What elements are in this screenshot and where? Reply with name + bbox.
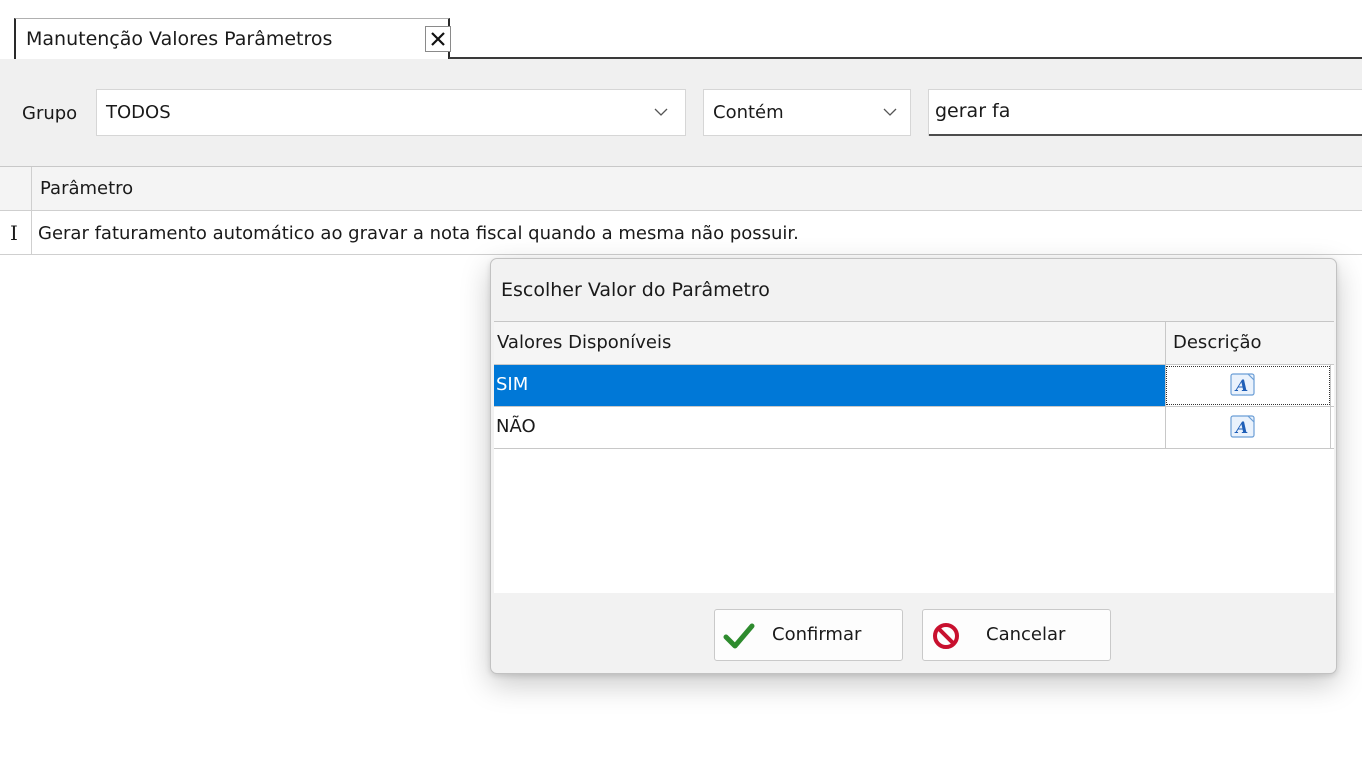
confirm-button-label: Confirmar [772, 624, 862, 645]
values-list-header: Valores Disponíveis Descrição [494, 322, 1334, 365]
operator-select[interactable]: Contém [703, 89, 911, 136]
values-list: Valores Disponíveis Descrição SIM A NÃO [494, 321, 1334, 593]
dialog-title: Escolher Valor do Parâmetro [501, 279, 770, 301]
column-header-parametro[interactable]: Parâmetro [40, 178, 133, 199]
column-header-descricao[interactable]: Descrição [1173, 332, 1262, 353]
grupo-label: Grupo [22, 103, 78, 124]
svg-text:A: A [1234, 376, 1248, 395]
column-header-valores[interactable]: Valores Disponíveis [497, 332, 671, 353]
text-description-icon[interactable]: A [1230, 373, 1256, 397]
row-indicator-header [0, 167, 32, 211]
description-cell[interactable]: A [1165, 407, 1331, 448]
tab-title: Manutenção Valores Parâmetros [26, 28, 333, 50]
value-cell[interactable]: NÃO [494, 407, 1165, 448]
search-input[interactable]: gerar fa [928, 89, 1362, 136]
description-cell[interactable]: A [1165, 365, 1331, 406]
cancel-button[interactable]: Cancelar [922, 609, 1111, 661]
tab-strip: Manutenção Valores Parâmetros [0, 0, 1362, 60]
text-description-icon[interactable]: A [1230, 415, 1256, 439]
column-divider [1165, 322, 1166, 365]
prohibited-icon [933, 623, 959, 649]
list-item[interactable]: SIM A [494, 365, 1334, 407]
cancel-button-label: Cancelar [986, 624, 1066, 645]
edit-cursor-icon: I [10, 221, 18, 245]
svg-text:A: A [1234, 418, 1248, 437]
value-label: SIM [496, 374, 529, 395]
grupo-select-value: TODOS [106, 102, 171, 123]
operator-select-value: Contém [713, 102, 784, 123]
checkmark-icon [723, 623, 755, 649]
list-item[interactable]: NÃO A [494, 407, 1334, 449]
chevron-down-icon [654, 108, 668, 116]
filter-bar: Grupo TODOS Contém gerar fa [0, 59, 1362, 167]
parametro-cell[interactable]: Gerar faturamento automático ao gravar a… [38, 223, 799, 244]
tab-manutencao-valores-parametros[interactable]: Manutenção Valores Parâmetros [14, 18, 451, 59]
value-cell[interactable]: SIM [494, 365, 1165, 406]
table-row[interactable]: I Gerar faturamento automático ao gravar… [0, 211, 1362, 255]
row-indicator: I [0, 211, 32, 255]
chevron-down-icon [883, 108, 897, 116]
search-input-value: gerar fa [935, 100, 1011, 122]
grupo-select[interactable]: TODOS [96, 89, 686, 136]
close-icon[interactable] [425, 26, 451, 52]
confirm-button[interactable]: Confirmar [714, 609, 903, 661]
value-label: NÃO [496, 416, 536, 437]
grid-header: Parâmetro [0, 167, 1362, 211]
search-input-underline [929, 134, 1362, 136]
choose-parameter-value-dialog: Escolher Valor do Parâmetro Valores Disp… [490, 258, 1337, 674]
